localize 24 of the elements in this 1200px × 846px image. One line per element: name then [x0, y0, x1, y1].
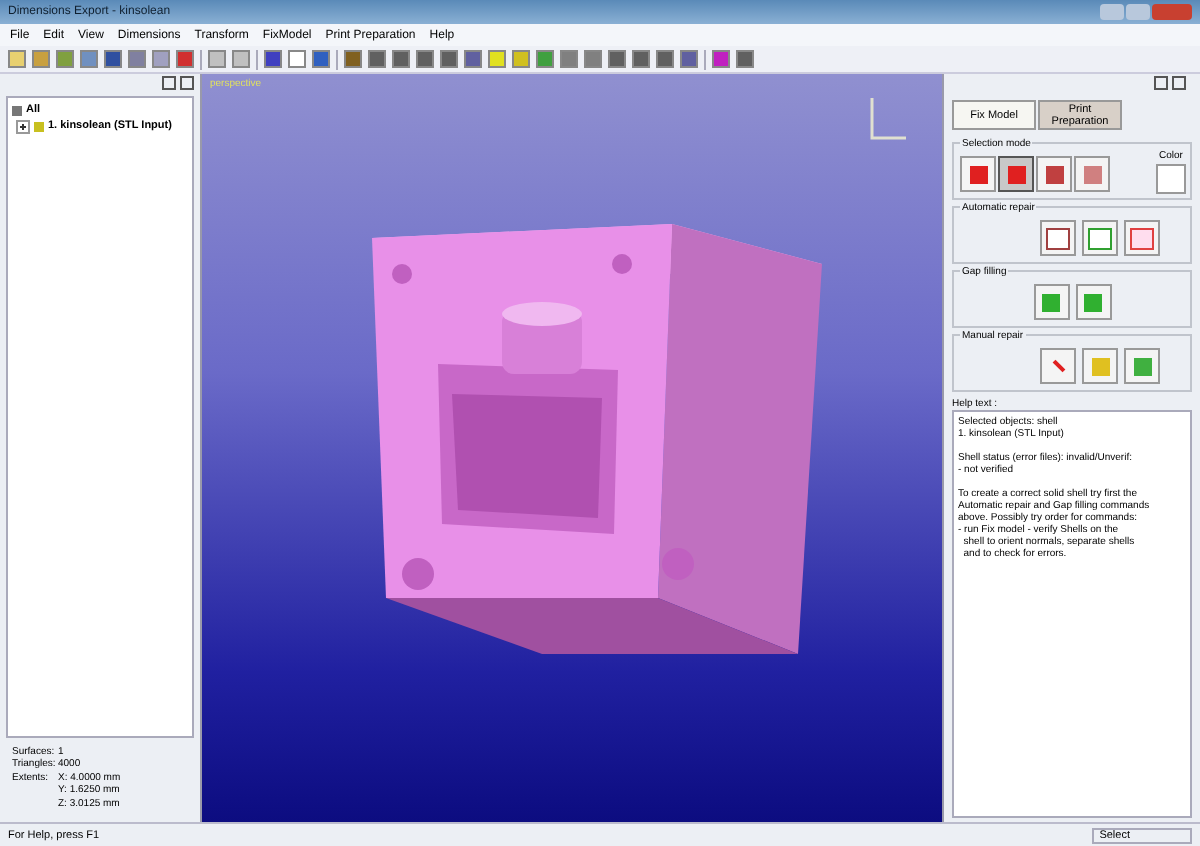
selection-button[interactable]	[998, 156, 1034, 192]
selection-button[interactable]	[1074, 156, 1110, 192]
minimize-button[interactable]	[1100, 4, 1124, 20]
fill-button[interactable]	[1075, 284, 1111, 320]
cube-button[interactable]	[1082, 220, 1118, 256]
delete-button[interactable]	[1040, 348, 1076, 384]
selection-button[interactable]	[1036, 156, 1072, 192]
tree-root-icon	[12, 105, 22, 115]
cube-button[interactable]	[1040, 220, 1076, 256]
pin-icon[interactable]	[1154, 76, 1168, 90]
axis-icon	[870, 98, 906, 140]
selection-button[interactable]	[960, 156, 996, 192]
color-swatch[interactable]	[1156, 164, 1186, 194]
close-button[interactable]	[1152, 4, 1192, 20]
cube-button[interactable]	[1124, 220, 1160, 256]
color-triangle-button[interactable]	[1124, 348, 1160, 384]
pin-icon[interactable]	[162, 76, 176, 90]
fill-button[interactable]	[1033, 284, 1069, 320]
shell-icon	[34, 121, 44, 131]
maximize-button[interactable]	[1126, 4, 1150, 20]
close-icon[interactable]	[180, 76, 194, 90]
color-triangle-button[interactable]	[1082, 348, 1118, 384]
expand-icon[interactable]	[16, 119, 30, 133]
close-icon[interactable]	[1172, 76, 1186, 90]
